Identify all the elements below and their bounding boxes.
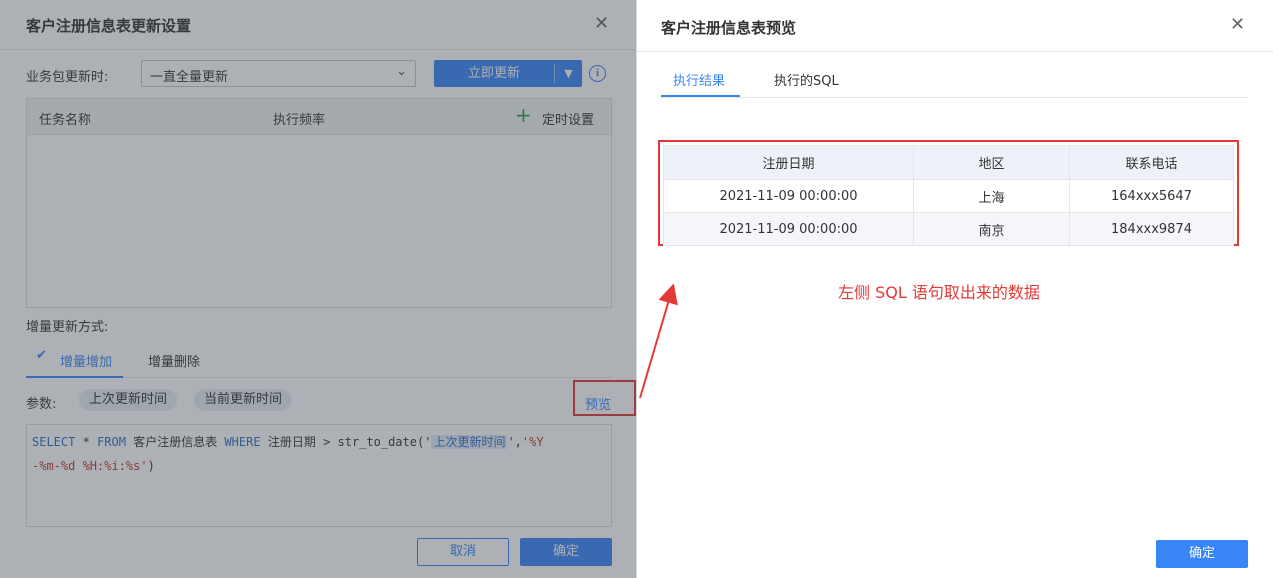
arrow-annotation xyxy=(639,283,678,399)
